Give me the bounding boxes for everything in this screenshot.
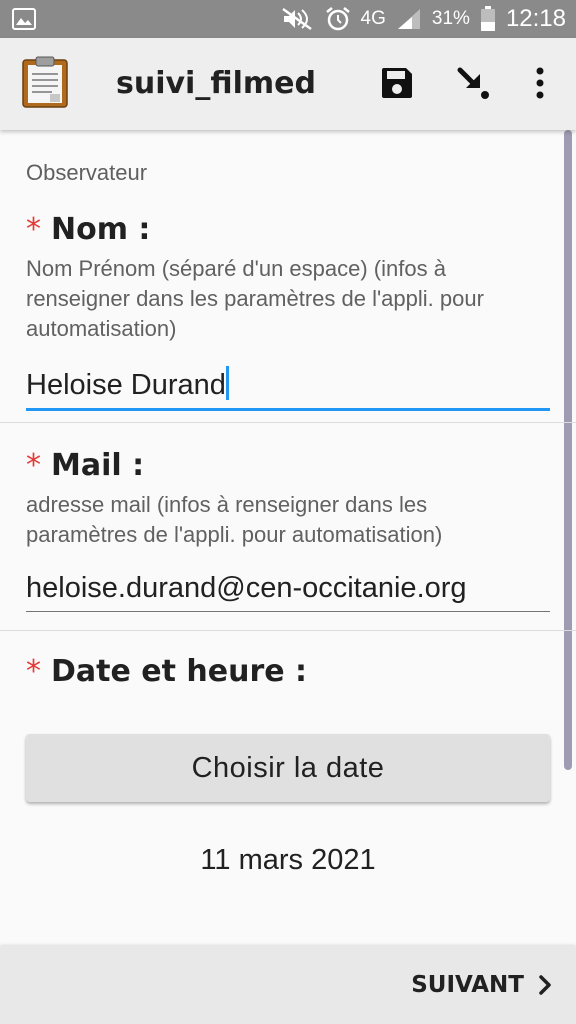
network-type: 4G [360, 8, 386, 29]
divider [0, 422, 576, 423]
mail-question: * Mail : [26, 448, 144, 483]
load-arrow-icon[interactable] [456, 66, 490, 100]
date-label: Date et heure : [51, 654, 308, 689]
alarm-icon [325, 7, 350, 31]
scrollbar[interactable] [564, 130, 572, 770]
bottom-nav-bar: SUIVANT [0, 946, 576, 1024]
required-marker: * [26, 448, 41, 483]
next-button[interactable]: SUIVANT [411, 946, 552, 1024]
date-question: * Date et heure : [26, 654, 307, 689]
battery-percent: 31% [431, 8, 470, 29]
chevron-right-icon [539, 975, 551, 995]
status-bar: 4G 31% 12:18 [0, 0, 576, 38]
choose-date-button[interactable]: Choisir la date [26, 734, 550, 802]
save-icon[interactable] [380, 66, 414, 100]
signal-icon [397, 9, 420, 29]
next-label: SUIVANT [411, 972, 524, 998]
app-bar: suivi_filmed [0, 38, 576, 130]
app-title: suivi_filmed [116, 66, 316, 101]
text-cursor [225, 366, 229, 400]
clock: 12:18 [505, 5, 566, 32]
clipboard-icon [22, 56, 68, 108]
nom-field[interactable]: Heloise Durand [26, 366, 550, 411]
nom-hint: Nom Prénom (séparé d'un espace) (infos à… [26, 256, 484, 341]
image-icon [12, 8, 36, 30]
required-marker: * [26, 212, 41, 247]
divider [0, 630, 576, 631]
mail-label: Mail : [51, 448, 145, 483]
mail-field[interactable]: heloise.durand@cen-occitanie.org [26, 572, 550, 612]
nom-label: Nom : [51, 212, 151, 247]
nom-question: * Nom : [26, 212, 150, 247]
form-content[interactable]: Observateur * Nom : Nom Prénom (séparé d'… [0, 130, 576, 946]
nom-value: Heloise Durand [26, 369, 226, 401]
more-vert-icon[interactable] [528, 64, 552, 102]
battery-icon [480, 6, 495, 31]
mute-icon [281, 7, 312, 31]
mail-value: heloise.durand@cen-occitanie.org [26, 572, 467, 604]
required-marker: * [26, 654, 41, 689]
group-label: Observateur [26, 160, 148, 185]
date-value: 11 mars 2021 [200, 844, 376, 876]
mail-hint: adresse mail (infos à renseigner dans le… [26, 492, 443, 547]
